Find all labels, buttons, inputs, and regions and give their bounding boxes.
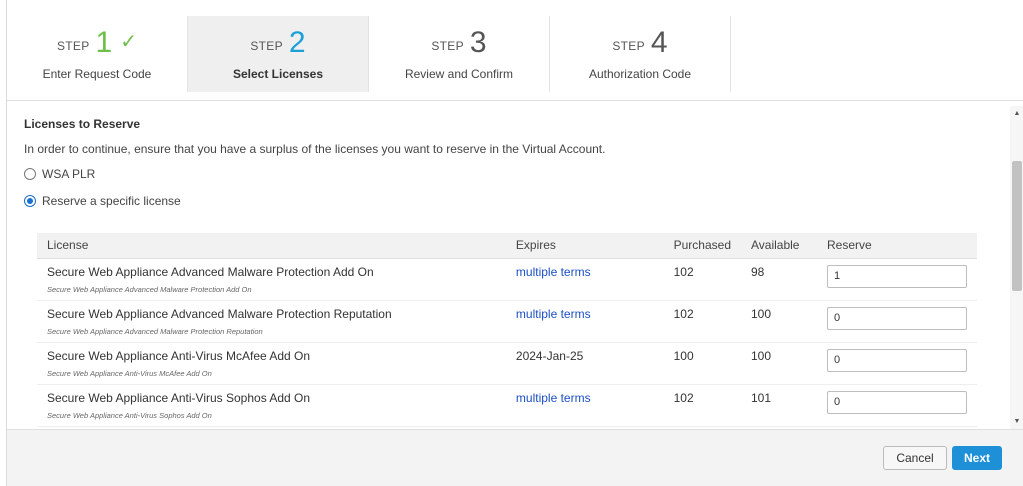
available-value: 100 bbox=[741, 300, 817, 343]
license-reservation-wizard: STEP 1 ✓ Enter Request Code STEP 2 Selec… bbox=[6, 0, 1023, 486]
license-name: Secure Web Appliance Anti-Virus McAfee A… bbox=[47, 348, 311, 363]
step-2: STEP 2 Select Licenses bbox=[188, 16, 369, 92]
column-header-available: Available bbox=[741, 233, 817, 259]
table-row: Secure Web Appliance Anti-Virus Sophos A… bbox=[37, 384, 977, 427]
step-label: Enter Request Code bbox=[42, 67, 152, 81]
expires-link[interactable]: multiple terms bbox=[516, 265, 591, 279]
step-number: 1 bbox=[95, 26, 113, 59]
table-row: Secure Web Appliance Advanced Malware Pr… bbox=[37, 300, 977, 343]
license-description: Secure Web Appliance Anti-Virus McAfee A… bbox=[47, 368, 212, 378]
option-wsa-plr[interactable]: WSA PLR bbox=[24, 167, 95, 181]
step-word: STEP bbox=[250, 39, 283, 53]
step-number: 4 bbox=[650, 26, 668, 59]
reserve-input[interactable] bbox=[827, 306, 967, 330]
available-value: 98 bbox=[741, 258, 817, 301]
step-4: STEP 4 Authorization Code bbox=[550, 16, 731, 92]
step-number: 3 bbox=[469, 26, 487, 59]
scrollbar-thumb[interactable] bbox=[1012, 161, 1022, 291]
license-description: Secure Web Appliance Anti-Virus Sophos A… bbox=[47, 410, 212, 420]
step-1: STEP 1 ✓ Enter Request Code bbox=[7, 16, 188, 92]
purchased-value: 102 bbox=[663, 258, 741, 301]
available-value: 101 bbox=[741, 384, 817, 427]
checkmark-icon: ✓ bbox=[120, 31, 137, 53]
expires-link[interactable]: multiple terms bbox=[516, 307, 591, 321]
license-name: Secure Web Appliance Advanced Malware Pr… bbox=[47, 306, 392, 321]
purchased-value: 102 bbox=[663, 384, 741, 427]
step-word: STEP bbox=[431, 39, 464, 53]
vertical-scrollbar[interactable]: ▲ ▼ bbox=[1010, 106, 1023, 429]
table-row: Secure Web Appliance Advanced Malware Pr… bbox=[37, 258, 977, 301]
reserve-input[interactable] bbox=[827, 390, 967, 414]
expires-link[interactable]: multiple terms bbox=[516, 391, 591, 405]
option-reserve-specific[interactable]: Reserve a specific license bbox=[24, 194, 181, 208]
instructions-text: In order to continue, ensure that you ha… bbox=[24, 142, 606, 156]
radio-button-checked-icon[interactable] bbox=[24, 195, 36, 207]
license-name: Secure Web Appliance Advanced Malware Pr… bbox=[47, 264, 374, 279]
scroll-down-arrow-icon[interactable]: ▼ bbox=[1010, 418, 1023, 425]
cancel-button[interactable]: Cancel bbox=[883, 446, 947, 470]
available-value: 100 bbox=[741, 342, 817, 385]
wizard-steps: STEP 1 ✓ Enter Request Code STEP 2 Selec… bbox=[7, 16, 731, 92]
step-number: 2 bbox=[288, 26, 306, 59]
license-name: Secure Web Appliance Anti-Virus Sophos A… bbox=[47, 390, 311, 405]
step-3: STEP 3 Review and Confirm bbox=[369, 16, 550, 92]
license-description: Secure Web Appliance Advanced Malware Pr… bbox=[47, 326, 263, 336]
step-word: STEP bbox=[612, 39, 645, 53]
option-label: WSA PLR bbox=[42, 167, 96, 181]
column-header-expires: Expires bbox=[505, 233, 664, 259]
purchased-value: 100 bbox=[663, 342, 741, 385]
step-label: Authorization Code bbox=[588, 67, 692, 81]
column-header-reserve: Reserve bbox=[817, 233, 977, 259]
step-label: Select Licenses bbox=[232, 67, 324, 81]
step-word: STEP bbox=[57, 39, 90, 53]
expires-date: 2024-Jan-25 bbox=[505, 342, 664, 385]
option-label: Reserve a specific license bbox=[42, 194, 181, 208]
wizard-footer: Cancel Next bbox=[7, 429, 1023, 486]
column-header-purchased: Purchased bbox=[663, 233, 741, 259]
radio-button-icon[interactable] bbox=[24, 168, 36, 180]
license-table: License Expires Purchased Available Rese… bbox=[37, 233, 977, 427]
next-button[interactable]: Next bbox=[952, 446, 1002, 470]
table-header-row: License Expires Purchased Available Rese… bbox=[37, 233, 977, 259]
section-title: Licenses to Reserve bbox=[24, 117, 141, 131]
purchased-value: 102 bbox=[663, 300, 741, 343]
column-header-license: License bbox=[37, 233, 506, 259]
scroll-up-arrow-icon[interactable]: ▲ bbox=[1010, 110, 1023, 117]
license-description: Secure Web Appliance Advanced Malware Pr… bbox=[47, 284, 252, 294]
step-label: Review and Confirm bbox=[404, 67, 514, 81]
table-row: Secure Web Appliance Anti-Virus McAfee A… bbox=[37, 342, 977, 385]
reserve-input[interactable] bbox=[827, 348, 967, 372]
content-panel: Licenses to Reserve In order to continue… bbox=[7, 101, 1007, 429]
reserve-input[interactable] bbox=[827, 264, 967, 288]
